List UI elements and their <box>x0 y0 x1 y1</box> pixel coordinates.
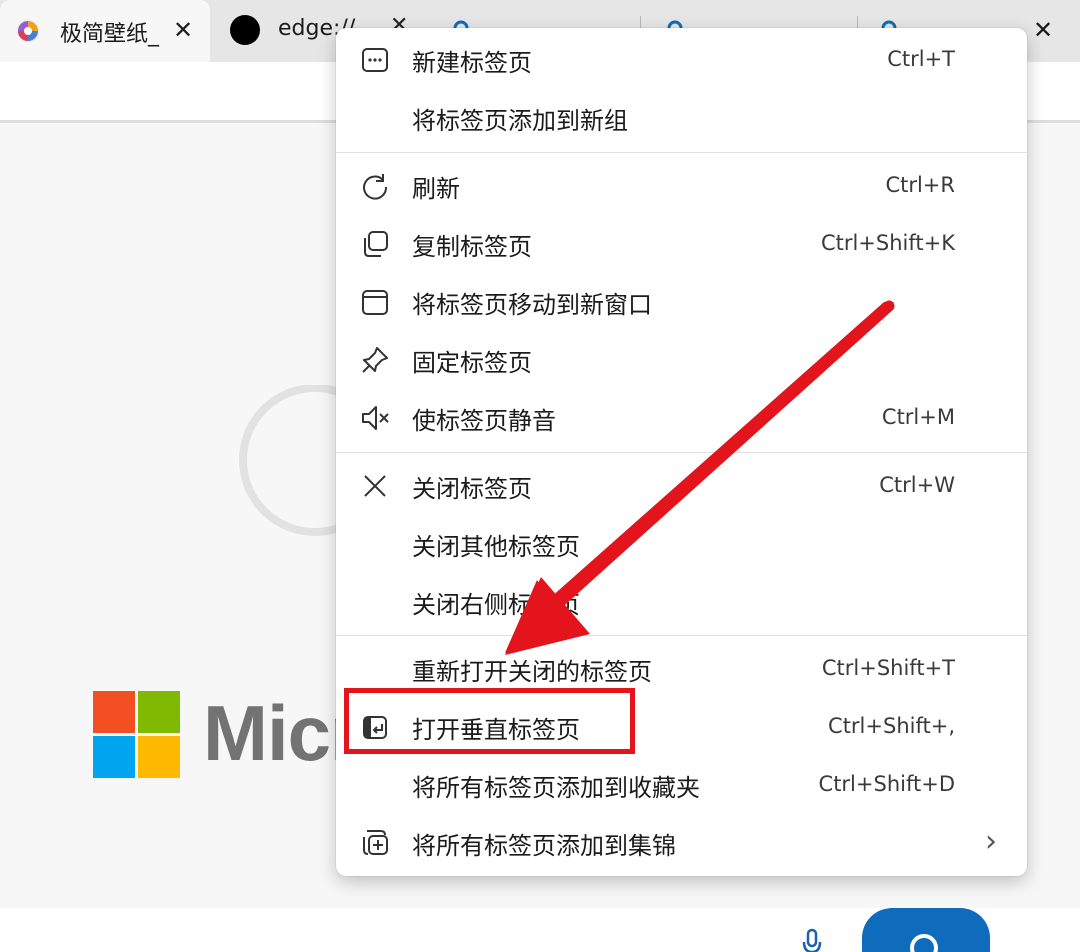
tab-wallpaper[interactable]: 极简壁纸_ ✕ <box>0 0 210 62</box>
menu-item-label: 关闭其他标签页 <box>412 533 580 561</box>
menu-item-mute-tab[interactable]: 使标签页静音 Ctrl+M <box>336 389 1027 445</box>
menu-item-shortcut: Ctrl+Shift+, <box>828 714 955 738</box>
swirl-favicon-icon <box>17 20 39 42</box>
microsoft-logo-icon <box>93 691 180 778</box>
menu-item-label: 将标签页添加到新组 <box>412 107 628 135</box>
mute-icon <box>362 406 389 430</box>
refresh-icon <box>363 174 388 200</box>
menu-item-close-other-tabs[interactable]: 关闭其他标签页 <box>336 515 1027 571</box>
duplicate-icon <box>364 231 388 257</box>
microphone-icon[interactable] <box>801 928 823 952</box>
menu-item-label: 使标签页静音 <box>412 407 556 435</box>
menu-item-label: 刷新 <box>412 175 460 203</box>
menu-item-move-to-window[interactable]: 将标签页移动到新窗口 <box>336 273 1027 329</box>
collections-icon <box>363 830 388 855</box>
menu-item-shortcut: Ctrl+W <box>879 473 955 497</box>
black-favicon-icon <box>230 15 260 45</box>
search-icon <box>910 934 938 952</box>
menu-item-shortcut: Ctrl+R <box>885 173 955 197</box>
menu-item-shortcut: Ctrl+M <box>881 405 955 429</box>
menu-item-label: 将标签页移动到新窗口 <box>412 291 652 319</box>
menu-item-pin-tab[interactable]: 固定标签页 <box>336 331 1027 387</box>
close-tab-icon[interactable]: ✕ <box>173 18 193 42</box>
menu-item-label: 新建标签页 <box>412 49 532 77</box>
menu-divider <box>336 635 1027 636</box>
close-tab-icon[interactable]: ✕ <box>1033 16 1053 44</box>
menu-item-shortcut: Ctrl+Shift+D <box>818 772 955 796</box>
annotation-highlight-box <box>344 688 635 754</box>
menu-item-label: 将所有标签页添加到收藏夹 <box>412 774 700 802</box>
menu-item-shortcut: Ctrl+Shift+K <box>820 231 955 255</box>
menu-item-add-to-group[interactable]: 将标签页添加到新组 <box>336 89 1027 145</box>
menu-item-shortcut: Ctrl+Shift+T <box>821 656 955 680</box>
menu-item-close-right-tabs[interactable]: 关闭右侧标签页 <box>336 573 1027 629</box>
submenu-chevron-icon: › <box>985 824 997 859</box>
menu-item-label: 固定标签页 <box>412 349 532 377</box>
menu-item-close-tab[interactable]: 关闭标签页 Ctrl+W <box>336 457 1027 513</box>
menu-item-label: 复制标签页 <box>412 233 532 261</box>
menu-item-label: 将所有标签页添加到集锦 <box>412 832 676 860</box>
new-tab-icon <box>362 48 388 72</box>
menu-item-add-all-collections[interactable]: 将所有标签页添加到集锦 › <box>336 814 1027 870</box>
menu-divider <box>336 152 1027 153</box>
menu-divider <box>336 452 1027 453</box>
pin-icon <box>362 347 388 373</box>
search-button[interactable] <box>862 908 990 952</box>
menu-item-add-all-favorites[interactable]: 将所有标签页添加到收藏夹 Ctrl+Shift+D <box>336 756 1027 812</box>
tab-title: 极简壁纸_ <box>60 22 160 47</box>
menu-item-label: 关闭标签页 <box>412 475 532 503</box>
menu-item-label: 关闭右侧标签页 <box>412 591 580 619</box>
menu-item-shortcut: Ctrl+T <box>887 47 955 71</box>
window-icon <box>362 290 388 315</box>
menu-item-label: 重新打开关闭的标签页 <box>412 658 652 686</box>
menu-item-refresh[interactable]: 刷新 Ctrl+R <box>336 157 1027 213</box>
menu-item-duplicate-tab[interactable]: 复制标签页 Ctrl+Shift+K <box>336 215 1027 271</box>
menu-item-new-tab[interactable]: 新建标签页 Ctrl+T <box>336 31 1027 87</box>
close-icon <box>364 475 386 497</box>
